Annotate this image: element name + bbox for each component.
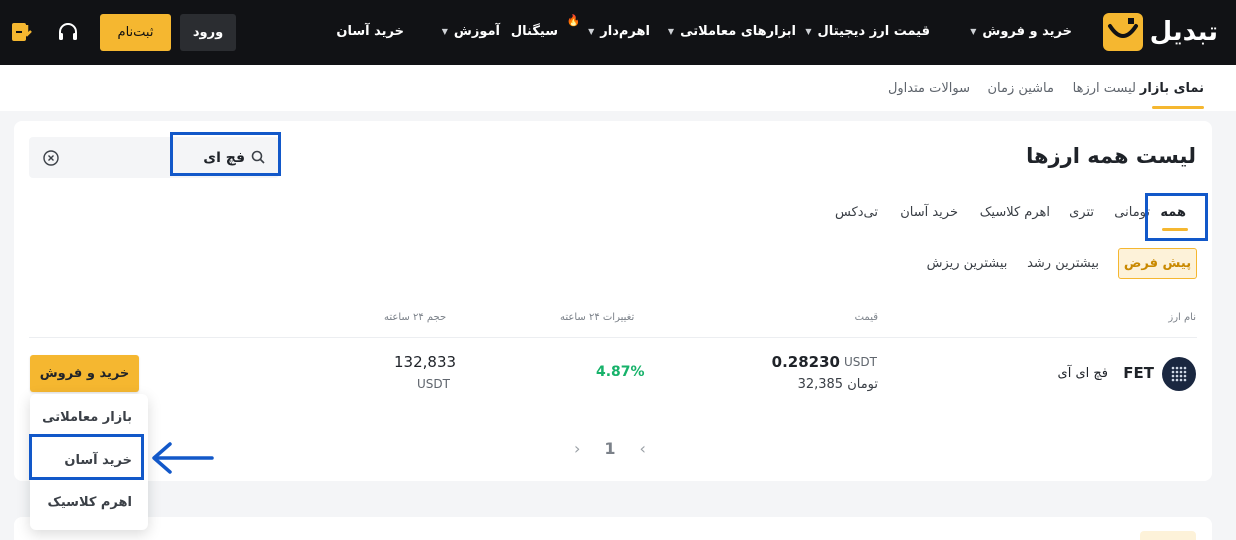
chevron-down-icon: ▼ xyxy=(805,27,812,36)
brand-mark-icon xyxy=(1102,13,1143,51)
chevron-down-icon: ▼ xyxy=(667,27,675,36)
buy-sell-button[interactable]: خرید و فروش xyxy=(30,355,139,392)
sort-top-gainers-chip[interactable]: بیشترین رشد xyxy=(1018,248,1108,279)
page-title: لیست همه ارزها xyxy=(1026,144,1196,168)
fire-icon: 🔥 xyxy=(566,14,581,27)
pagination: › 1 ‹ xyxy=(574,439,646,458)
subnav-time-machine[interactable]: ماشین زمان xyxy=(987,81,1054,96)
column-header-volume[interactable]: حجم ۲۴ ساعته xyxy=(384,312,446,323)
column-header-price[interactable]: قیمت xyxy=(855,312,878,323)
annotation-highlight-search xyxy=(170,132,281,176)
chevron-right-icon[interactable]: › xyxy=(640,439,646,458)
subnav-faq[interactable]: سوالات متداول xyxy=(888,81,970,96)
price-unit: USDT xyxy=(844,355,877,369)
volume-unit: USDT xyxy=(417,377,450,391)
menu-item-trading-market[interactable]: بازار معاملاتی xyxy=(42,410,132,425)
secondary-card xyxy=(14,517,1212,540)
chevron-left-icon[interactable]: ‹ xyxy=(574,439,580,458)
nav-education[interactable]: آموزش ▼ xyxy=(442,24,500,39)
menu-item-classic-leverage[interactable]: اهرم کلاسیک xyxy=(48,495,132,510)
brand-logo[interactable]: تبدیل xyxy=(1102,12,1218,52)
brand-name: تبدیل xyxy=(1149,17,1218,47)
login-button[interactable]: ورود xyxy=(180,14,236,51)
clear-icon[interactable] xyxy=(43,150,59,166)
market-subnav: نمای بازار لیست ارزها ماشین زمان سوالات … xyxy=(0,65,1236,111)
chevron-down-icon: ▼ xyxy=(970,27,977,36)
nav-buy-sell[interactable]: خرید و فروش ▼ xyxy=(970,24,1072,39)
annotation-highlight-menu-item xyxy=(29,434,144,480)
tab-easy-buy[interactable]: خرید آسان xyxy=(900,205,958,220)
tab-classic-leverage[interactable]: اهرم کلاسیک xyxy=(980,205,1050,220)
coin-volume-24h: 132,833 xyxy=(394,353,457,371)
nav-leverage[interactable]: اهرم‌دار ▼ xyxy=(588,24,650,39)
top-navbar: تبدیل خرید و فروش ▼ قیمت ارز دیجیتال ▼ ا… xyxy=(0,0,1236,65)
column-header-change[interactable]: تغییرات ۲۴ ساعته xyxy=(560,312,634,323)
page-number[interactable]: 1 xyxy=(604,439,615,458)
nav-crypto-prices[interactable]: قیمت ارز دیجیتال ▼ xyxy=(805,24,930,39)
sort-top-losers-chip[interactable]: بیشترین ریزش xyxy=(922,248,1012,279)
nav-easy-buy[interactable]: خرید آسان xyxy=(336,24,404,39)
tab-tdex[interactable]: تی‌دکس xyxy=(835,205,878,220)
coin-price-toman: تومان 32,385 xyxy=(797,377,878,392)
coin-name: فچ ای آی xyxy=(1057,366,1108,381)
sort-default-chip[interactable]: پیش فرض xyxy=(1118,248,1197,279)
signup-button[interactable]: ثبت‌نام xyxy=(100,14,171,51)
chevron-down-icon: ▼ xyxy=(588,27,595,36)
tab-tether[interactable]: تتری xyxy=(1069,205,1094,220)
coin-symbol: FET xyxy=(1123,364,1154,382)
subnav-market-overview[interactable]: نمای بازار xyxy=(1140,81,1204,96)
fet-coin-icon xyxy=(1162,357,1196,391)
headset-icon[interactable] xyxy=(56,20,80,44)
nav-signal[interactable]: 🔥 سیگنال xyxy=(511,14,581,39)
secondary-card-button[interactable] xyxy=(1140,531,1196,540)
coin-price: 0.28230 xyxy=(771,353,840,371)
chevron-down-icon: ▼ xyxy=(441,27,448,36)
column-header-name[interactable]: نام ارز xyxy=(1168,312,1196,323)
subnav-coin-list[interactable]: لیست ارزها xyxy=(1073,81,1136,96)
active-tab-indicator xyxy=(1152,106,1204,109)
coin-change-24h: 4.87% xyxy=(596,364,645,380)
annotation-arrow-icon xyxy=(152,442,214,474)
nav-trading-tools[interactable]: ابزارهای معاملاتی ▼ xyxy=(668,24,796,39)
download-icon[interactable] xyxy=(10,20,32,44)
annotation-highlight-tab xyxy=(1145,193,1208,241)
table-divider xyxy=(29,337,1197,338)
coin-list-card: لیست همه ارزها همه تومانی تتری اهرم کلاس… xyxy=(14,121,1212,481)
